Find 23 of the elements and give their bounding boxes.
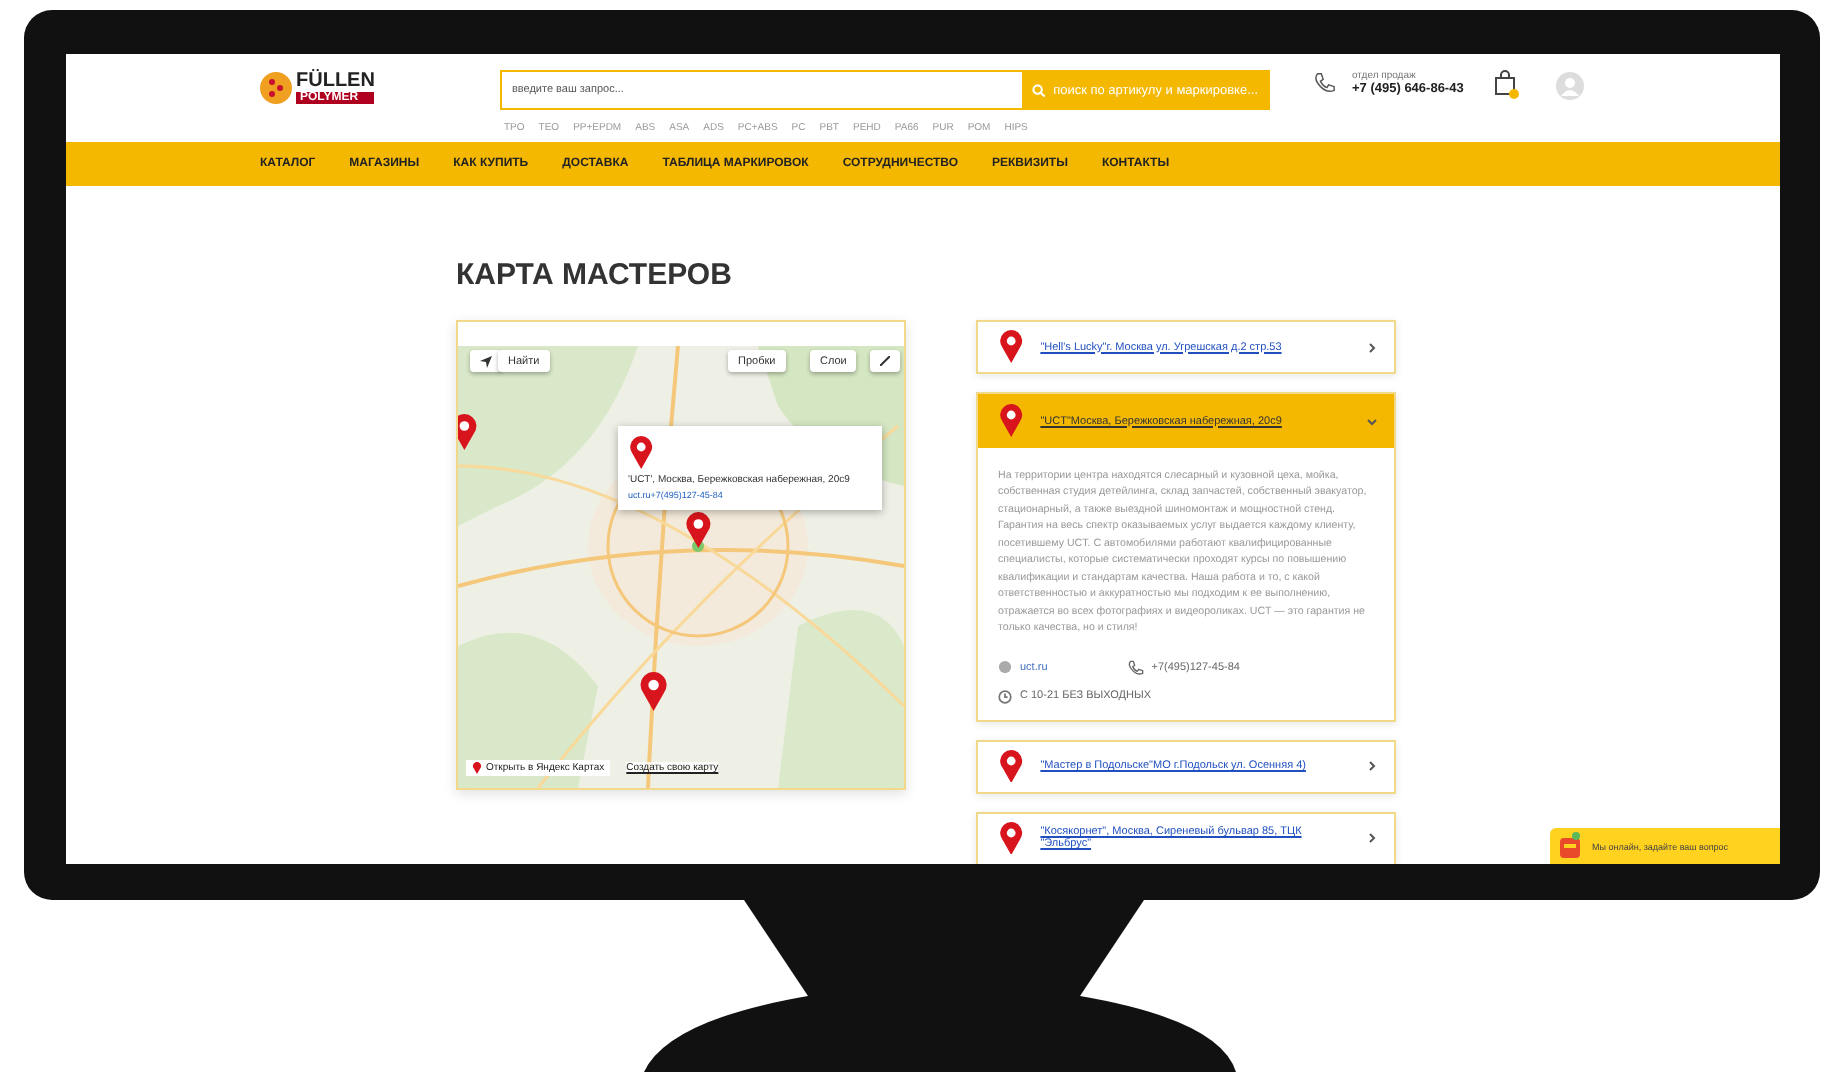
chevron-right-icon bbox=[1366, 832, 1378, 845]
chat-mascot-icon bbox=[1558, 832, 1582, 860]
phone-icon bbox=[1127, 659, 1144, 676]
chevron-right-icon bbox=[1366, 341, 1378, 353]
search-icon bbox=[1031, 83, 1046, 97]
page-heading: КАРТА МАСТЕРОВ bbox=[456, 258, 734, 292]
chevron-right-icon bbox=[1366, 760, 1378, 773]
arrow-icon bbox=[480, 355, 492, 367]
chevron-down-icon bbox=[1366, 415, 1378, 427]
map-pin-icon bbox=[638, 672, 670, 711]
map-pin-icon bbox=[998, 821, 1025, 855]
map-pin-icon bbox=[998, 404, 1025, 438]
clock-icon bbox=[998, 689, 1012, 704]
locate-button[interactable] bbox=[470, 350, 502, 372]
map-pin-icon bbox=[472, 762, 482, 774]
map-pin-icon bbox=[998, 330, 1025, 364]
map-pin-icon bbox=[628, 436, 655, 469]
map-pin-icon bbox=[998, 749, 1025, 783]
phone-icon bbox=[1314, 72, 1336, 94]
logo-icon bbox=[260, 72, 292, 104]
fullscreen-button[interactable] bbox=[870, 350, 900, 372]
cart-icon[interactable] bbox=[1491, 70, 1520, 100]
logo-text: FÜLLEN bbox=[296, 72, 375, 92]
